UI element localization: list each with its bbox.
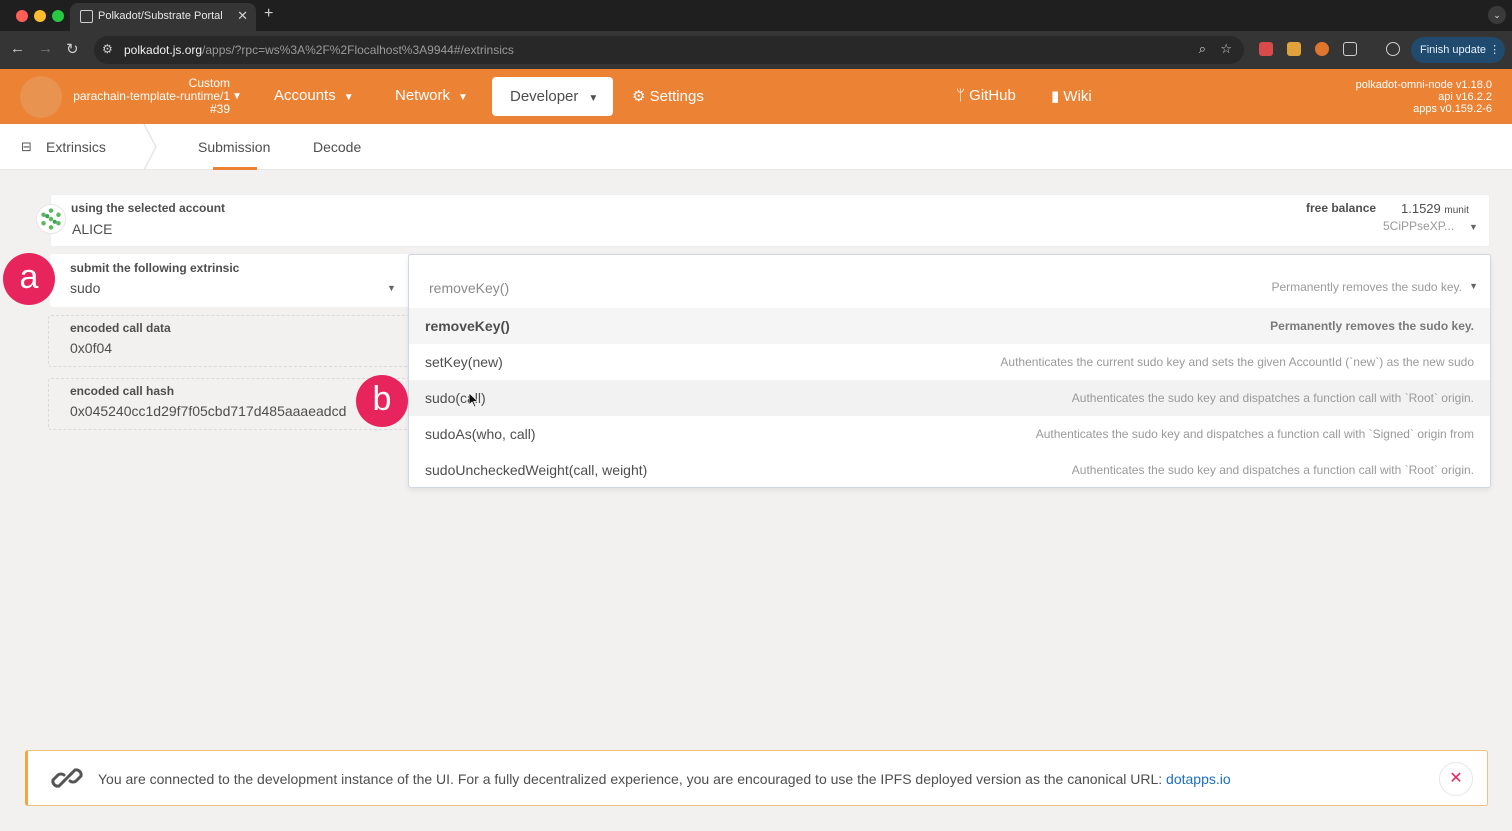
- method-selector[interactable]: removeKey() Permanently removes the sudo…: [409, 255, 1490, 309]
- option-name: removeKey(): [425, 318, 510, 334]
- extrinsic-label: submit the following extrinsic: [70, 261, 240, 275]
- browser-tab-bar: Polkadot/Substrate Portal ✕ + ⌄: [0, 0, 1512, 31]
- url-text: polkadot.js.org/apps/?rpc=ws%3A%2F%2Floc…: [124, 43, 514, 57]
- section-title: Extrinsics: [46, 139, 106, 155]
- method-dropdown-icon[interactable]: ▼: [1469, 281, 1478, 291]
- method-option-sudouncheckedweight[interactable]: sudoUncheckedWeight(call, weight) Authen…: [409, 452, 1490, 488]
- account-name: ALICE: [72, 221, 113, 237]
- active-tab-indicator: [213, 167, 257, 170]
- mouse-cursor-icon: [469, 393, 479, 408]
- option-desc: Authenticates the sudo key and dispatche…: [1071, 463, 1474, 477]
- account-label: using the selected account: [71, 201, 226, 215]
- free-balance-label: free balance: [1306, 201, 1377, 215]
- site-favicon-icon: [80, 10, 93, 23]
- extension-ladybug-icon[interactable]: [1259, 42, 1273, 56]
- browser-toolbar: ← → ↻ ⚙ polkadot.js.org/apps/?rpc=ws%3A%…: [0, 31, 1512, 69]
- reload-icon[interactable]: ↻: [66, 40, 79, 58]
- apps-version: apps v0.159.2-6: [1413, 103, 1492, 115]
- module-dropdown-icon[interactable]: ▼: [387, 283, 396, 293]
- option-desc: Authenticates the sudo key and dispatche…: [1035, 427, 1474, 441]
- bookmark-star-icon[interactable]: ☆: [1220, 41, 1232, 57]
- option-desc: Authenticates the sudo key and dispatche…: [1071, 391, 1474, 405]
- selected-method-desc: Permanently removes the sudo key.: [1271, 280, 1462, 294]
- browser-tab[interactable]: Polkadot/Substrate Portal ✕: [70, 3, 256, 31]
- method-option-sudoas[interactable]: sudoAs(who, call) Authenticates the sudo…: [409, 416, 1490, 452]
- tab-search-icon[interactable]: ⌄: [1488, 6, 1506, 24]
- option-name: sudoUncheckedWeight(call, weight): [425, 462, 648, 478]
- menu-network[interactable]: Network ▼: [395, 87, 468, 104]
- close-window-button[interactable]: [16, 10, 28, 22]
- code-branch-icon: ᛘ: [956, 87, 970, 104]
- minimize-window-button[interactable]: [34, 10, 46, 22]
- menu-developer[interactable]: Developer ▼: [492, 77, 613, 116]
- chain-selector[interactable]: Custom parachain-template-runtime/1 #39: [70, 77, 230, 116]
- method-search-input[interactable]: removeKey(): [429, 280, 509, 296]
- menu-github[interactable]: ᛘ GitHub: [956, 87, 1016, 104]
- account-address: 5CiPPseXP...: [1383, 219, 1455, 233]
- extrinsic-method-dropdown[interactable]: removeKey() Permanently removes the sudo…: [408, 254, 1491, 488]
- node-version: polkadot-omni-node v1.18.0: [1355, 79, 1492, 91]
- chain-name: parachain-template-runtime/1: [73, 89, 230, 103]
- menu-accounts[interactable]: Accounts ▼: [274, 87, 354, 104]
- link-icon: [51, 768, 83, 788]
- notice-text: You are connected to the development ins…: [98, 771, 1231, 787]
- chain-dropdown-icon[interactable]: ▼: [232, 91, 242, 102]
- profile-icon[interactable]: [1386, 42, 1400, 56]
- version-info: polkadot-omni-node v1.18.0 api v16.2.2 a…: [1356, 79, 1492, 115]
- dotapps-link[interactable]: dotapps.io: [1166, 771, 1231, 787]
- app-header: Custom parachain-template-runtime/1 #39 …: [0, 69, 1512, 124]
- breadcrumb-chevron-icon: [143, 124, 157, 170]
- encoded-call-data-label: encoded call data: [70, 321, 171, 335]
- close-notice-button[interactable]: ✕: [1439, 762, 1473, 796]
- chain-block: #39: [209, 102, 230, 116]
- option-desc: Authenticates the current sudo key and s…: [1000, 355, 1474, 369]
- sub-navigation: ⊟ Extrinsics Submission Decode: [0, 124, 1512, 170]
- method-option-removekey[interactable]: removeKey() Permanently removes the sudo…: [409, 308, 1490, 344]
- extensions-puzzle-icon[interactable]: [1343, 42, 1357, 56]
- free-balance-value: 1.1529 munit: [1401, 201, 1469, 216]
- tab-submission[interactable]: Submission: [198, 139, 270, 155]
- encoded-call-hash-label: encoded call hash: [70, 384, 175, 398]
- account-identicon-icon: [36, 204, 66, 234]
- chain-logo: [20, 76, 62, 118]
- method-option-setkey[interactable]: setKey(new) Authenticates the current su…: [409, 344, 1490, 380]
- cogs-icon: ⚙: [632, 88, 650, 105]
- zoom-icon[interactable]: ⌕: [1199, 41, 1206, 57]
- extension-help-icon[interactable]: [1315, 42, 1329, 56]
- finish-update-button[interactable]: Finish update ⋮: [1411, 37, 1505, 63]
- encoded-call-hash-value: 0x045240cc1d29f7f05cbd717d485aaaeadcd: [70, 403, 347, 419]
- option-name: sudoAs(who, call): [425, 426, 536, 442]
- new-tab-icon[interactable]: +: [264, 5, 273, 23]
- close-tab-icon[interactable]: ✕: [237, 8, 248, 24]
- encoded-call-data-value: 0x0f04: [70, 340, 113, 356]
- option-name: setKey(new): [425, 354, 503, 370]
- caret-down-icon: ▼: [458, 92, 468, 103]
- tab-decode[interactable]: Decode: [313, 139, 361, 155]
- menu-settings[interactable]: ⚙ Settings: [632, 87, 704, 105]
- annotation-badge-b: b: [356, 375, 408, 427]
- account-selector[interactable]: [50, 194, 1490, 247]
- account-dropdown-icon[interactable]: ▼: [1469, 222, 1478, 232]
- caret-down-icon: ▼: [343, 92, 354, 103]
- book-icon: ▮: [1051, 88, 1064, 105]
- annotation-badge-a: a: [3, 253, 55, 305]
- menu-wiki[interactable]: ▮ Wiki: [1051, 87, 1092, 105]
- back-arrow-icon[interactable]: ←: [10, 40, 25, 57]
- method-option-sudo[interactable]: sudo(call) Authenticates the sudo key an…: [409, 380, 1490, 416]
- forward-arrow-icon[interactable]: →: [38, 40, 53, 57]
- address-bar[interactable]: ⚙ polkadot.js.org/apps/?rpc=ws%3A%2F%2Fl…: [94, 36, 1244, 64]
- caret-down-icon: ▼: [588, 93, 599, 104]
- extension-fox-icon[interactable]: [1287, 42, 1301, 56]
- extrinsics-section-icon: ⊟: [21, 139, 32, 154]
- api-version: api v16.2.2: [1438, 91, 1492, 103]
- extrinsic-module: sudo: [70, 280, 101, 296]
- site-settings-icon[interactable]: ⚙: [102, 42, 113, 56]
- tab-title: Polkadot/Substrate Portal: [98, 10, 223, 22]
- dev-instance-notice: You are connected to the development ins…: [25, 750, 1488, 806]
- option-desc: Permanently removes the sudo key.: [1270, 319, 1474, 333]
- maximize-window-button[interactable]: [52, 10, 64, 22]
